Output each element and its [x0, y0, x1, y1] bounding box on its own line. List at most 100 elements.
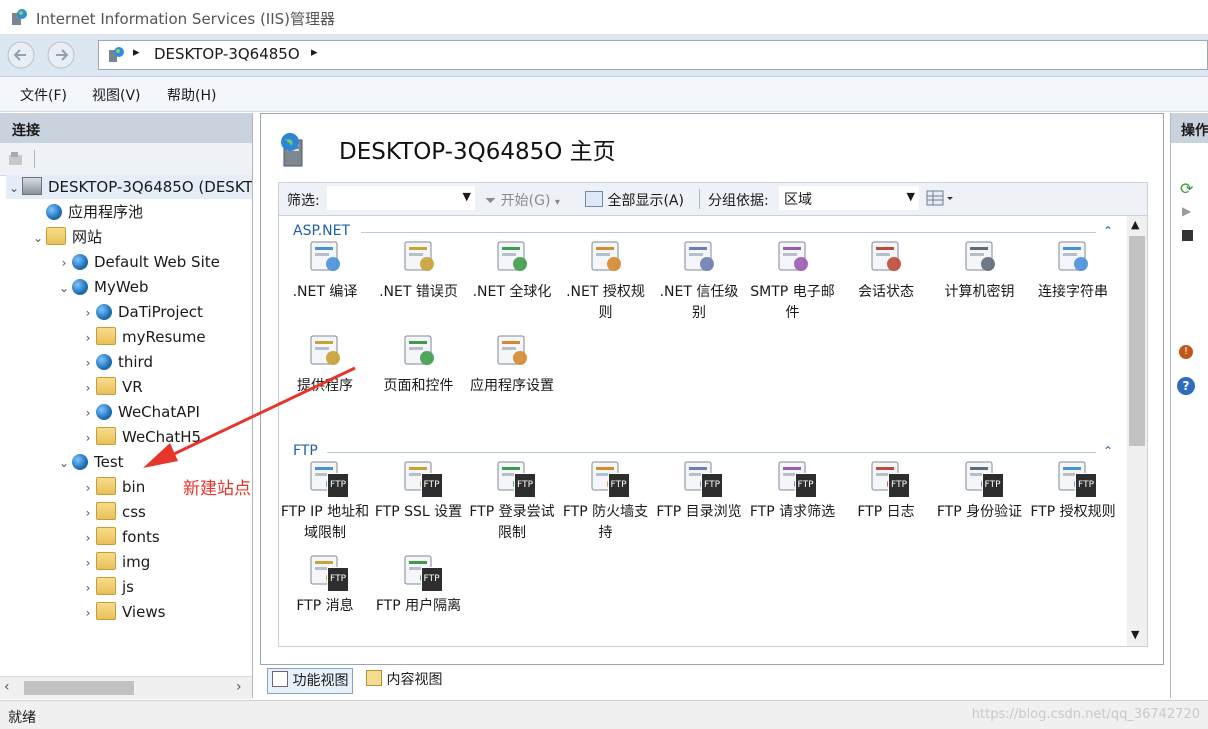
- help-icon[interactable]: ?: [1177, 377, 1195, 395]
- tree-node-server[interactable]: ⌄ DESKTOP-3Q6485O (DESKTOP-3Q6485O\: [6, 175, 252, 199]
- back-arrow-icon: [7, 41, 35, 69]
- warning-icon[interactable]: !: [1179, 345, 1193, 359]
- feature-ftp-message[interactable]: FTP FTP 消息: [279, 550, 371, 617]
- back-button[interactable]: [6, 40, 36, 70]
- vertical-scrollbar[interactable]: ▲ ▼: [1127, 216, 1147, 646]
- tree-node-bin[interactable]: › bin: [80, 475, 145, 499]
- tab-content-view[interactable]: 内容视图: [362, 668, 446, 692]
- start-icon[interactable]: ▶: [1182, 204, 1191, 218]
- feature-connection-string[interactable]: 连接字符串: [1027, 236, 1119, 303]
- expand-arrow-icon[interactable]: ⌄: [30, 226, 46, 250]
- filter-input[interactable]: ▼: [327, 186, 475, 210]
- collapsed-arrow-icon[interactable]: ›: [56, 251, 72, 275]
- tree-node-test[interactable]: ⌄ Test: [56, 450, 124, 474]
- collapsed-arrow-icon[interactable]: ›: [80, 376, 96, 400]
- feature-ftp-logon[interactable]: FTP FTP 登录尝试限制: [466, 456, 558, 544]
- collapsed-arrow-icon[interactable]: ›: [80, 426, 96, 450]
- feature-ftp-ssl[interactable]: FTP FTP SSL 设置: [373, 456, 465, 523]
- dropdown-arrow-icon[interactable]: ▼: [907, 190, 915, 203]
- collapsed-arrow-icon[interactable]: ›: [80, 526, 96, 550]
- feature-ftp-log[interactable]: FTP FTP 日志: [840, 456, 932, 523]
- feature-app-settings[interactable]: 应用程序设置: [466, 330, 558, 397]
- expand-arrow-icon[interactable]: ⌄: [56, 451, 72, 475]
- tree-node-sites[interactable]: ⌄ 网站: [30, 225, 102, 249]
- group-by-select[interactable]: 区域 ▼: [779, 186, 919, 210]
- tree-node-datiproject[interactable]: › DaTiProject: [80, 300, 203, 324]
- horizontal-scrollbar[interactable]: ‹ ›: [0, 676, 252, 699]
- address-path[interactable]: DESKTOP-3Q6485O: [154, 45, 300, 63]
- forward-arrow-icon: [47, 41, 75, 69]
- collapsed-arrow-icon[interactable]: ›: [80, 601, 96, 625]
- feature-globalization[interactable]: .NET 全球化: [466, 236, 558, 303]
- address-separator-end[interactable]: ▸: [311, 45, 318, 60]
- app-globe-icon: [96, 404, 112, 420]
- feature-error-page[interactable]: .NET 错误页: [373, 236, 465, 303]
- restart-icon[interactable]: ⟳: [1180, 179, 1193, 198]
- folder-icon: [96, 577, 116, 595]
- dropdown-arrow-icon[interactable]: ▼: [463, 190, 471, 203]
- collapsed-arrow-icon[interactable]: ›: [80, 351, 96, 375]
- collapsed-arrow-icon[interactable]: ›: [80, 401, 96, 425]
- tree-node-myresume[interactable]: › myResume: [80, 325, 206, 349]
- expand-arrow-icon[interactable]: ⌄: [6, 176, 22, 200]
- connect-icon[interactable]: [8, 151, 24, 167]
- scrollbar-thumb[interactable]: [1129, 236, 1145, 446]
- tree-node-default-web-site[interactable]: › Default Web Site: [56, 250, 220, 274]
- tree-node-third[interactable]: › third: [80, 350, 153, 374]
- scroll-left-icon[interactable]: ‹: [4, 679, 10, 695]
- menu-help[interactable]: 帮助(H): [167, 85, 216, 105]
- feature-machine-key[interactable]: 计算机密钥: [934, 236, 1026, 303]
- tree-node-app-pools[interactable]: 应用程序池: [30, 200, 143, 224]
- filter-divider: [699, 189, 700, 209]
- tab-features-view[interactable]: 功能视图: [267, 668, 354, 694]
- start-button[interactable]: ⏷ 开始(G) ▾: [485, 190, 560, 210]
- feature-session[interactable]: 会话状态: [840, 236, 932, 303]
- scroll-right-icon[interactable]: ›: [236, 679, 242, 695]
- address-bar[interactable]: ▸ DESKTOP-3Q6485O ▸: [98, 40, 1208, 70]
- tree-node-wechath5[interactable]: › WeChatH5: [80, 425, 201, 449]
- collapsed-arrow-icon[interactable]: ›: [80, 326, 96, 350]
- collapsed-arrow-icon[interactable]: ›: [80, 301, 96, 325]
- feature-trust-level[interactable]: .NET 信任级别: [653, 236, 745, 324]
- scroll-down-icon[interactable]: ▼: [1131, 628, 1139, 641]
- feature-label: FTP 身份验证: [936, 504, 1023, 520]
- stop-icon[interactable]: [1182, 230, 1193, 241]
- tree-node-js[interactable]: › js: [80, 575, 134, 599]
- tree-node-img[interactable]: › img: [80, 550, 150, 574]
- tree-label: VR: [122, 378, 143, 396]
- tree-node-myweb[interactable]: ⌄ MyWeb: [56, 275, 149, 299]
- feature-smtp[interactable]: SMTP 电子邮件: [747, 236, 839, 324]
- feature-authorization[interactable]: .NET 授权规则: [560, 236, 652, 324]
- feature-ftp-isolation[interactable]: FTP FTP 用户隔离: [373, 550, 465, 617]
- feature-ftp-auth[interactable]: FTP FTP 身份验证: [934, 456, 1026, 523]
- scroll-up-icon[interactable]: ▲: [1131, 218, 1139, 231]
- tree-node-wechatapi[interactable]: › WeChatAPI: [80, 400, 200, 424]
- tree-node-views[interactable]: › Views: [80, 600, 165, 624]
- menu-file[interactable]: 文件(F): [20, 85, 67, 105]
- collapsed-arrow-icon[interactable]: ›: [80, 476, 96, 500]
- feature-providers[interactable]: 提供程序: [279, 330, 371, 397]
- collapsed-arrow-icon[interactable]: ›: [80, 551, 96, 575]
- tree-node-vr[interactable]: › VR: [80, 375, 143, 399]
- feature-label: FTP 消息: [296, 598, 354, 614]
- feature-pages-controls[interactable]: 页面和控件: [373, 330, 465, 397]
- feature-compile[interactable]: .NET 编译: [279, 236, 371, 303]
- feature-ftp-request[interactable]: FTP FTP 请求筛选: [747, 456, 839, 523]
- feature-ftp-ip[interactable]: FTP FTP IP 地址和域限制: [279, 456, 371, 544]
- show-all-button[interactable]: 全部显示(A): [585, 190, 684, 210]
- scrollbar-thumb[interactable]: [24, 681, 134, 695]
- tree-label: Views: [122, 603, 166, 621]
- tree-node-fonts[interactable]: › fonts: [80, 525, 160, 549]
- tree-node-css[interactable]: › css: [80, 500, 146, 524]
- collapsed-arrow-icon[interactable]: ›: [80, 501, 96, 525]
- collapsed-arrow-icon[interactable]: ›: [80, 576, 96, 600]
- connections-toolbar: [0, 143, 252, 176]
- view-mode-button[interactable]: [926, 189, 956, 211]
- feature-ftp-firewall[interactable]: FTP FTP 防火墙支持: [560, 456, 652, 544]
- tree-label: DESKTOP-3Q6485O (DESKTOP-3Q6485O\: [48, 178, 252, 196]
- menu-view[interactable]: 视图(V): [92, 85, 141, 105]
- feature-ftp-directory[interactable]: FTP FTP 目录浏览: [653, 456, 745, 523]
- expand-arrow-icon[interactable]: ⌄: [56, 276, 72, 300]
- feature-ftp-authz[interactable]: FTP FTP 授权规则: [1027, 456, 1119, 523]
- forward-button[interactable]: [46, 40, 76, 70]
